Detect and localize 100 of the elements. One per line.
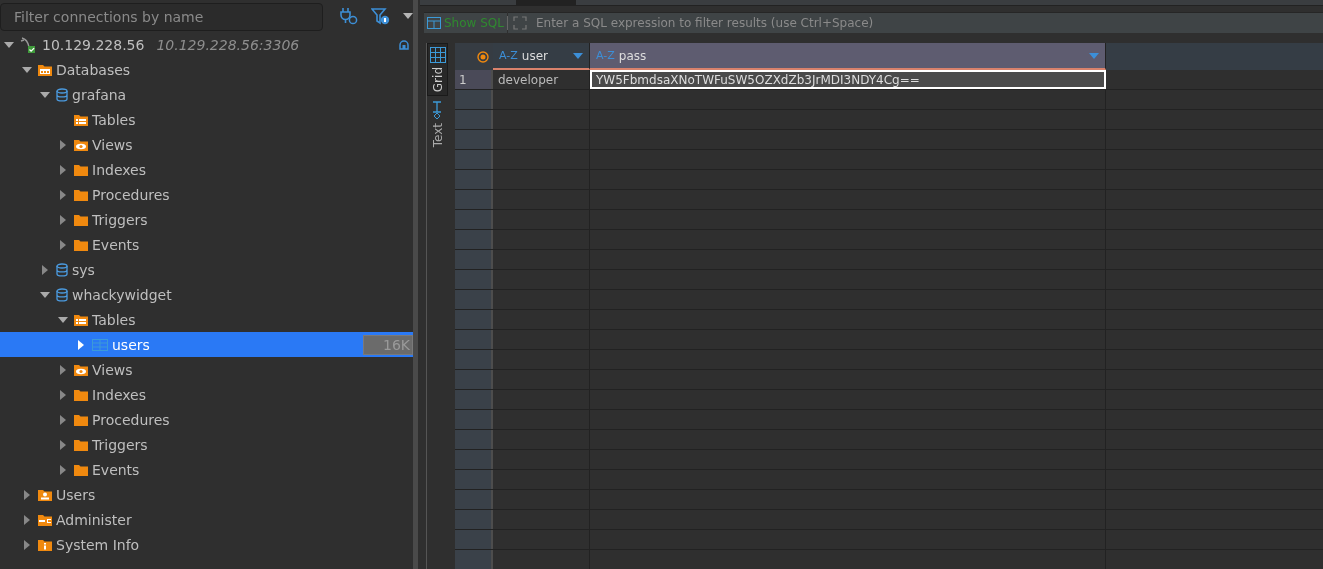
expand-arrow-icon[interactable] — [60, 414, 66, 425]
lock-icon — [399, 39, 409, 50]
tree-label: Tables — [92, 111, 136, 128]
expand-arrow-icon[interactable] — [24, 539, 30, 550]
tree-item[interactable]: grafana — [0, 82, 413, 107]
search-field[interactable]: Filter connections by name — [0, 2, 323, 31]
filter-input[interactable]: Enter a SQL expression to filter results (use Ctrl+Space) — [531, 12, 1323, 33]
tree-item[interactable]: Users — [0, 482, 413, 507]
column-name: pass — [618, 48, 648, 63]
view-tab[interactable]: Grid — [427, 43, 448, 97]
folder-icon — [74, 387, 88, 402]
column-name: user — [521, 48, 549, 63]
tree-label: Triggers — [92, 436, 148, 453]
connection-address: 10.129.228.56:3306 — [156, 36, 300, 53]
expand-arrow-icon[interactable] — [60, 239, 66, 250]
expand-arrow-icon[interactable] — [78, 339, 84, 350]
tree-item[interactable]: Indexes — [0, 382, 413, 407]
tree-label: Views — [92, 136, 133, 153]
sort-arrow-icon[interactable] — [573, 52, 583, 59]
tree-item[interactable]: whackywidget — [0, 282, 413, 307]
tree-label: Databases — [56, 61, 131, 78]
tree-item[interactable]: Databases — [0, 57, 413, 82]
tree-label: Users — [56, 486, 96, 503]
expand-arrow-icon[interactable] — [60, 189, 66, 200]
tree-label: whackywidget — [72, 286, 172, 303]
expand-arrow-icon[interactable] — [24, 514, 30, 525]
type-label: A-Z — [499, 49, 518, 62]
tree-label: Triggers — [92, 211, 148, 228]
user-folder-icon — [38, 487, 52, 502]
tree-label: Procedures — [92, 411, 170, 428]
type-label: A-Z — [596, 49, 615, 62]
tree-item[interactable]: Administer — [0, 507, 413, 532]
table-icon — [427, 17, 441, 29]
collapse-arrow-icon[interactable] — [22, 66, 32, 73]
tree-item[interactable]: Procedures — [0, 407, 413, 432]
expand-arrow-icon[interactable] — [42, 264, 48, 275]
tree-item[interactable]: Triggers — [0, 207, 413, 232]
tree-item[interactable]: Indexes — [0, 157, 413, 182]
tree-label: Indexes — [92, 386, 147, 403]
folder-icon — [74, 212, 88, 227]
tree-item[interactable]: Events — [0, 457, 413, 482]
folder-icon — [74, 187, 88, 202]
expand-arrow-icon[interactable] — [60, 364, 66, 375]
tree-item[interactable]: 10.129.228.56 10.129.228.56:3306 — [0, 32, 413, 57]
expand-arrow-icon[interactable] — [60, 214, 66, 225]
tree-item[interactable]: sys — [0, 257, 413, 282]
collapse-arrow-icon[interactable] — [58, 316, 68, 323]
connection-icon — [20, 35, 38, 54]
tables-folder-icon — [74, 312, 88, 327]
expand-arrow-icon[interactable] — [60, 439, 66, 450]
tree-label: Events — [92, 461, 140, 478]
database-icon — [56, 262, 68, 277]
expand-arrow-icon[interactable] — [60, 164, 66, 175]
tree-label: 10.129.228.56 — [42, 36, 145, 53]
circle-icon[interactable] — [477, 50, 489, 63]
tree-label: Indexes — [92, 161, 147, 178]
column-header[interactable]: A-Z user — [493, 43, 590, 70]
tables-folder-icon — [74, 112, 88, 127]
tree-label: Views — [92, 361, 133, 378]
tree-label: Events — [92, 236, 140, 253]
tree-label: sys — [72, 261, 95, 278]
expand-arrow-icon[interactable] — [60, 139, 66, 150]
expand-arrow-icon[interactable] — [60, 464, 66, 475]
folder-icon — [74, 412, 88, 427]
tree-item[interactable]: Views — [0, 357, 413, 382]
eye-folder-icon — [74, 362, 88, 377]
collapse-arrow-icon[interactable] — [4, 41, 14, 48]
expand-icon[interactable] — [507, 12, 532, 33]
tree-item[interactable]: System Info — [0, 532, 413, 557]
database-icon — [56, 287, 68, 302]
caret-icon[interactable] — [403, 13, 413, 19]
wrench-folder-icon — [38, 512, 52, 527]
databases-folder-icon — [38, 62, 52, 77]
expand-arrow-icon[interactable] — [60, 389, 66, 400]
tree-label: System Info — [56, 536, 140, 553]
text-cursor-icon — [431, 101, 444, 120]
collapse-arrow-icon[interactable] — [40, 91, 50, 98]
expand-arrow-icon[interactable] — [24, 489, 30, 500]
row-number: 1 — [455, 70, 493, 89]
folder-icon — [74, 162, 88, 177]
tree-item[interactable]: Views — [0, 132, 413, 157]
plug-icon[interactable] — [339, 7, 359, 25]
table-cell[interactable]: YW5FbmdsaXNoTWFuSW5OZXdZb3JrMDI3NDY4Cg== — [590, 70, 1106, 89]
tree-item[interactable]: Events — [0, 232, 413, 257]
tree-item[interactable]: Procedures — [0, 182, 413, 207]
tree-item[interactable]: Tables — [0, 307, 413, 332]
tree-label: grafana — [72, 86, 127, 103]
tree-item[interactable]: Tables — [0, 107, 413, 132]
folder-icon — [74, 437, 88, 452]
column-header[interactable]: A-Z pass — [590, 43, 1106, 70]
collapse-arrow-icon[interactable] — [40, 291, 50, 298]
eye-folder-icon — [74, 137, 88, 152]
view-tab[interactable]: Text — [427, 98, 448, 151]
table-icon — [92, 338, 108, 351]
tree-label: users — [112, 336, 150, 353]
tree-item[interactable]: Triggers — [0, 432, 413, 457]
filter-icon[interactable] — [371, 7, 391, 25]
tree-label: Tables — [92, 311, 136, 328]
tree-label: Administer — [56, 511, 132, 528]
folder-icon — [74, 462, 88, 477]
